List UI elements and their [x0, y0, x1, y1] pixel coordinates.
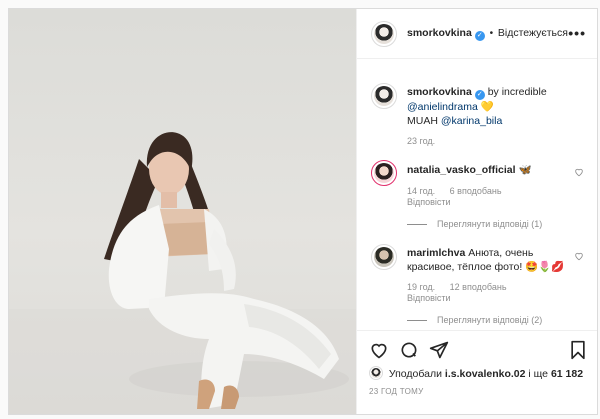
comments-list: smorkovkina ✓ by incredible @anielindrama…	[357, 60, 597, 330]
liker-username[interactable]: i.s.kovalenko.02	[445, 368, 526, 380]
caption-author-avatar[interactable]	[371, 83, 397, 109]
share-send-icon[interactable]	[429, 340, 449, 363]
comment-likes[interactable]: 12 вподобань	[450, 282, 507, 292]
following-button[interactable]: Відстежується	[498, 27, 568, 39]
post-sidebar: smorkovkina ✓ • Відстежується ••• smorkov…	[356, 9, 597, 414]
comment-avatar[interactable]	[371, 160, 397, 186]
bookmark-save-icon[interactable]	[569, 340, 587, 363]
verified-badge-icon: ✓	[474, 31, 485, 41]
likes-middle: і ще	[528, 368, 549, 380]
comment-author[interactable]: marimlchva	[407, 247, 465, 259]
caption-text: by incredible	[487, 86, 547, 98]
view-replies-label: Переглянути відповіді (1)	[437, 219, 543, 229]
replies-divider	[407, 223, 427, 225]
post-actions	[357, 330, 597, 370]
likes-prefix: Уподобали	[388, 368, 442, 380]
comment-time[interactable]: 19 год.	[407, 282, 435, 292]
replies-divider	[407, 319, 427, 321]
view-replies-button[interactable]: Переглянути відповіді (2)	[407, 315, 542, 325]
likes-summary: Уподобали i.s.kovalenko.02 і ще 61 182	[369, 366, 583, 380]
yellow-heart-emoji: 💛	[480, 101, 494, 113]
like-heart-icon[interactable]	[369, 340, 389, 363]
comment-author[interactable]: natalia_vasko_official	[407, 164, 516, 176]
separator-dot: •	[489, 28, 494, 39]
view-replies-button[interactable]: Переглянути відповіді (1)	[407, 219, 542, 229]
mention-anielindrama[interactable]: @anielindrama	[407, 101, 478, 113]
author-username[interactable]: smorkovkina	[407, 27, 472, 39]
author-line: smorkovkina ✓ • Відстежується	[407, 27, 568, 41]
more-options-icon[interactable]: •••	[568, 25, 586, 41]
caption-author[interactable]: smorkovkina	[407, 86, 472, 98]
comment-text: 🦋	[518, 164, 532, 176]
comment-time[interactable]: 14 год.	[407, 186, 435, 196]
post-dialog: smorkovkina ✓ • Відстежується ••• smorkov…	[8, 8, 598, 415]
comment-avatar[interactable]	[371, 244, 397, 270]
reply-button[interactable]: Відповісти	[407, 197, 567, 207]
reply-button[interactable]: Відповісти	[407, 293, 567, 303]
comment-meta: 19 год. 12 вподобань	[407, 282, 567, 292]
comment-bubble-icon[interactable]	[399, 340, 419, 363]
view-replies-label: Переглянути відповіді (2)	[437, 315, 543, 325]
comment-likes[interactable]: 6 вподобань	[450, 186, 502, 196]
verified-badge-icon: ✓	[474, 90, 485, 100]
likes-count[interactable]: 61 182	[551, 368, 583, 380]
photo-illustration	[9, 132, 356, 414]
like-comment-heart-icon[interactable]	[574, 167, 584, 177]
post-header: smorkovkina ✓ • Відстежується •••	[357, 9, 597, 59]
comment: marimlchva Анюта, очень красивое, тёплое…	[407, 246, 567, 303]
caption-time[interactable]: 23 год.	[407, 136, 587, 146]
post-time-ago[interactable]: 23 ГОД ТОМУ	[369, 387, 424, 396]
caption-line2: MUAH	[407, 115, 438, 127]
comment-meta: 14 год. 6 вподобань	[407, 186, 567, 196]
author-avatar[interactable]	[371, 21, 397, 47]
mention-karina-bila[interactable]: @karina_bila	[441, 115, 502, 127]
like-comment-heart-icon[interactable]	[574, 251, 584, 261]
post-photo[interactable]	[9, 9, 356, 414]
caption: smorkovkina ✓ by incredible @anielindrama…	[407, 85, 587, 146]
liker-avatar[interactable]	[369, 366, 383, 380]
comment: natalia_vasko_official 🦋 14 год. 6 вподо…	[407, 163, 567, 207]
